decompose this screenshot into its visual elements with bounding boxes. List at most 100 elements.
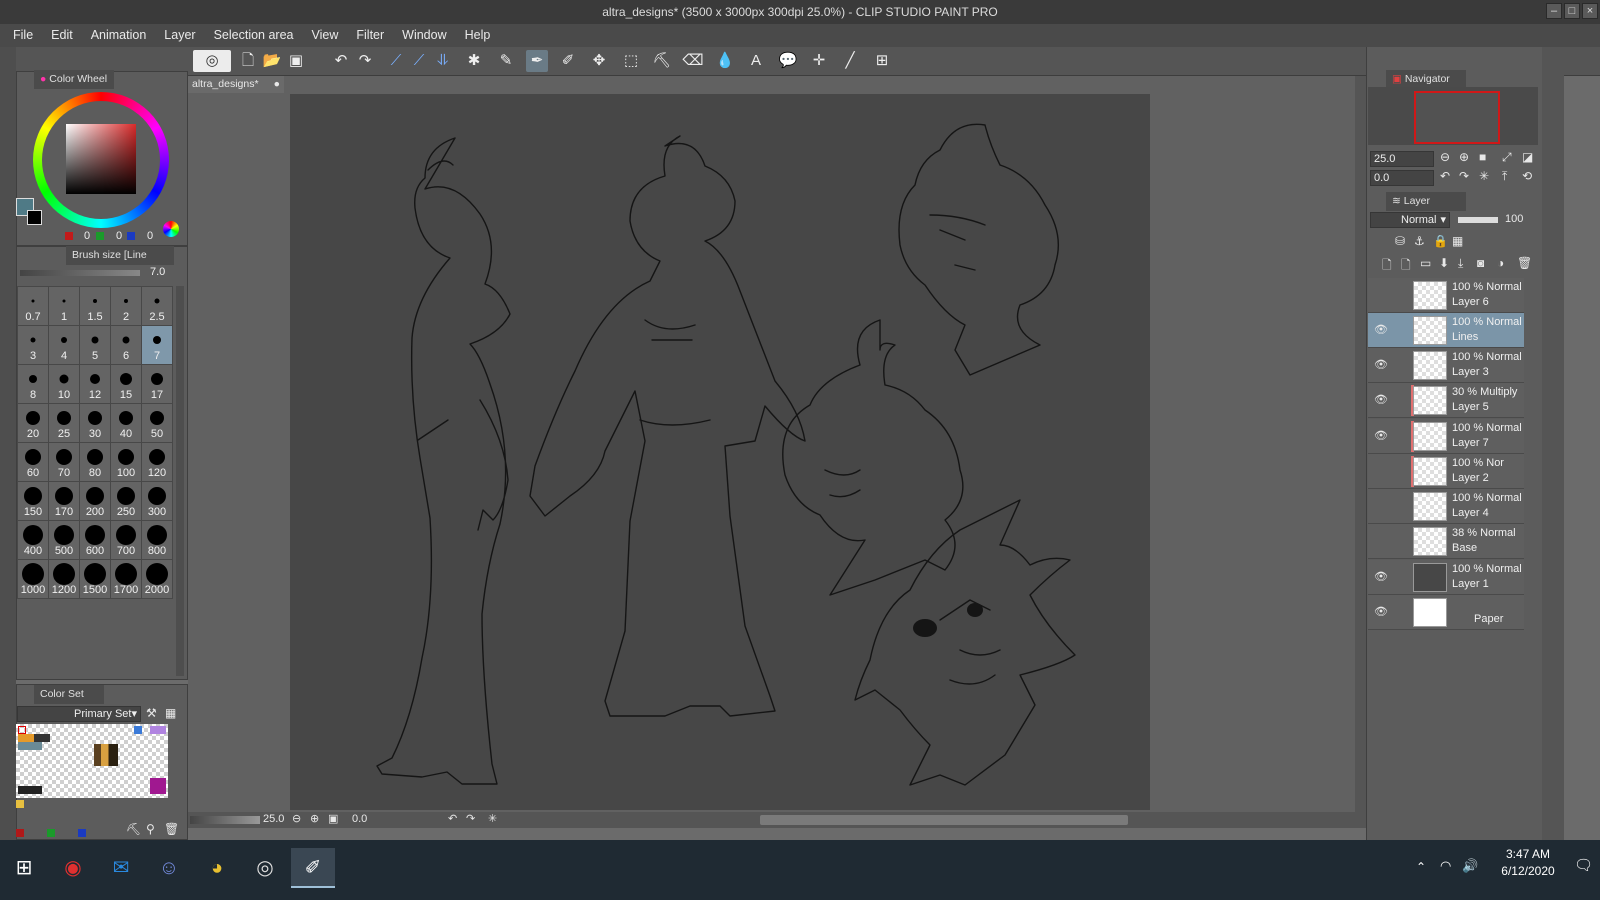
clip-studio-paint-icon[interactable]: ✐	[291, 848, 335, 888]
ruler-icon[interactable]: ✛	[808, 50, 830, 72]
palette-swatch[interactable]	[16, 800, 24, 808]
visibility-eye-icon[interactable]	[1374, 499, 1388, 513]
brush-size-option[interactable]: 0.7	[18, 287, 49, 326]
visibility-eye-icon[interactable]	[1374, 534, 1388, 548]
brush-size-option[interactable]: 2000	[142, 560, 173, 599]
layer-row[interactable]: 100 % Nor Layer 2	[1368, 454, 1524, 489]
palette-swatch[interactable]	[18, 742, 42, 750]
delete-layer-icon[interactable]: 🗑	[1517, 256, 1532, 270]
navigator-view-frame[interactable]	[1414, 91, 1500, 144]
zoom-in-icon[interactable]: ⊕	[1459, 150, 1469, 164]
brush-size-option[interactable]: 2.5	[142, 287, 173, 326]
close-tab-icon[interactable]: ●	[274, 76, 280, 93]
right-panel-scrollbar[interactable]	[1542, 47, 1564, 840]
stabilizer-icon[interactable]: ⥥	[432, 50, 454, 72]
brush-size-option[interactable]: 20	[18, 404, 49, 443]
rotate-right-icon[interactable]: ↷	[466, 812, 475, 825]
brush-size-option[interactable]: 1000	[18, 560, 49, 599]
brush-size-option[interactable]: 7	[142, 326, 173, 365]
pen-tool-icon[interactable]: ✒	[526, 50, 548, 72]
app-red-icon[interactable]: ◉	[51, 848, 95, 888]
brush-tool-icon[interactable]: ✐	[557, 50, 579, 72]
brush-size-option[interactable]: 1500	[80, 560, 111, 599]
layer-row[interactable]: 👁 100 % Normal Layer 7	[1368, 419, 1524, 454]
notifications-icon[interactable]: 🗨	[1574, 856, 1593, 874]
brush-size-option[interactable]: 25	[49, 404, 80, 443]
new-vector-layer-icon[interactable]: 🗋	[1401, 256, 1411, 277]
saturation-value-square[interactable]	[66, 124, 136, 194]
flip-horizontal-icon[interactable]: ◪	[1522, 150, 1533, 164]
rotate-left-icon[interactable]: ↶	[1440, 169, 1450, 183]
replace-color-icon[interactable]: ⚲	[146, 822, 155, 836]
palette-swatch[interactable]	[34, 734, 50, 742]
windows-start-icon[interactable]: ⊞	[2, 848, 46, 888]
tab-layer[interactable]: ≋ Layer	[1386, 192, 1466, 211]
text-icon[interactable]: A	[745, 50, 767, 72]
color-set-settings-icon[interactable]: ⚒	[146, 706, 157, 720]
zoom-out-icon[interactable]: ⊖	[292, 812, 301, 825]
tab-color-set[interactable]: Color Set	[34, 685, 104, 704]
reset-rotation-icon[interactable]: ✳	[488, 812, 497, 825]
document-tab[interactable]: altra_designs* ●	[188, 76, 284, 93]
flip-vertical-icon[interactable]: ⤒	[1502, 169, 1507, 184]
chevron-up-icon[interactable]: ⌃	[1416, 860, 1426, 874]
pen-pressure-icon[interactable]: ⟋	[408, 50, 430, 72]
visibility-eye-icon[interactable]: 👁	[1374, 429, 1388, 443]
layer-row[interactable]: 100 % Normal Layer 6	[1368, 278, 1524, 313]
palette-swatch[interactable]	[150, 726, 166, 734]
brush-size-option[interactable]: 30	[80, 404, 111, 443]
brush-size-option[interactable]: 6	[111, 326, 142, 365]
visibility-eye-icon[interactable]: 👁	[1374, 605, 1388, 619]
rotate-right-icon[interactable]: ↷	[1459, 169, 1469, 183]
move-tool-icon[interactable]: ✥	[588, 50, 610, 72]
reset-rotation-icon[interactable]: ✳	[1479, 169, 1489, 183]
brush-size-slider[interactable]	[20, 270, 140, 276]
brush-size-option[interactable]: 4	[49, 326, 80, 365]
palette-swatch[interactable]	[18, 726, 26, 734]
settings-icon[interactable]: ✱	[463, 50, 485, 72]
flip-icon[interactable]: ⟲	[1522, 169, 1532, 183]
blend-mode-dropdown[interactable]: Normal ▾	[1370, 212, 1450, 228]
palette-swatch[interactable]	[18, 786, 42, 794]
zoom-in-icon[interactable]: ⊕	[310, 812, 319, 825]
brush-size-option[interactable]: 400	[18, 521, 49, 560]
reference-layer-icon[interactable]: ⚓	[1414, 234, 1425, 248]
brush-size-option[interactable]: 17	[142, 365, 173, 404]
color-set-lock-icon[interactable]: ▦	[165, 706, 176, 720]
color-palette-grid[interactable]	[16, 724, 168, 798]
canvas-vertical-scrollbar[interactable]	[1355, 76, 1366, 812]
brush-size-option[interactable]: 50	[142, 404, 173, 443]
menu-animation[interactable]: Animation	[82, 24, 156, 47]
brush-size-option[interactable]: 150	[18, 482, 49, 521]
brush-size-option[interactable]: 40	[111, 404, 142, 443]
balloon-icon[interactable]: 💬	[777, 50, 799, 72]
mail-icon[interactable]: ✉	[99, 848, 143, 888]
brush-size-option[interactable]: 300	[142, 482, 173, 521]
taskbar-clock[interactable]: 3:47 AM 6/12/2020	[1488, 846, 1568, 880]
brush-size-option[interactable]: 120	[142, 443, 173, 482]
discord-icon[interactable]: ☺	[147, 848, 191, 888]
menu-window[interactable]: Window	[393, 24, 455, 47]
visibility-eye-icon[interactable]	[1374, 464, 1388, 478]
brush-size-option[interactable]: 70	[49, 443, 80, 482]
fit-screen-icon[interactable]: ▣	[328, 812, 338, 825]
chrome-icon[interactable]: ◕	[195, 848, 239, 888]
layer-row[interactable]: 100 % Normal Layer 4	[1368, 489, 1524, 524]
menu-filter[interactable]: Filter	[347, 24, 393, 47]
brush-size-option[interactable]: 1200	[49, 560, 80, 599]
navigator-zoom-slider[interactable]: 25.0	[1370, 151, 1434, 167]
volume-icon[interactable]: 🔊	[1462, 858, 1478, 874]
brush-size-option[interactable]: 5	[80, 326, 111, 365]
layer-row[interactable]: 👁 Paper	[1368, 595, 1524, 630]
maximize-icon[interactable]: □	[1564, 3, 1580, 19]
clip-to-layer-icon[interactable]: ⛁	[1395, 234, 1405, 248]
brush-size-option[interactable]: 100	[111, 443, 142, 482]
navigator-rotation-slider[interactable]: 0.0	[1370, 170, 1434, 186]
line-icon[interactable]: ╱	[839, 50, 861, 72]
add-color-icon[interactable]: ⛏	[126, 822, 141, 836]
tab-color-wheel[interactable]: ● Color Wheel	[34, 70, 114, 89]
menu-layer[interactable]: Layer	[155, 24, 204, 47]
brush-size-option[interactable]: 800	[142, 521, 173, 560]
menu-help[interactable]: Help	[456, 24, 500, 47]
open-file-icon[interactable]: 📂	[261, 50, 283, 72]
